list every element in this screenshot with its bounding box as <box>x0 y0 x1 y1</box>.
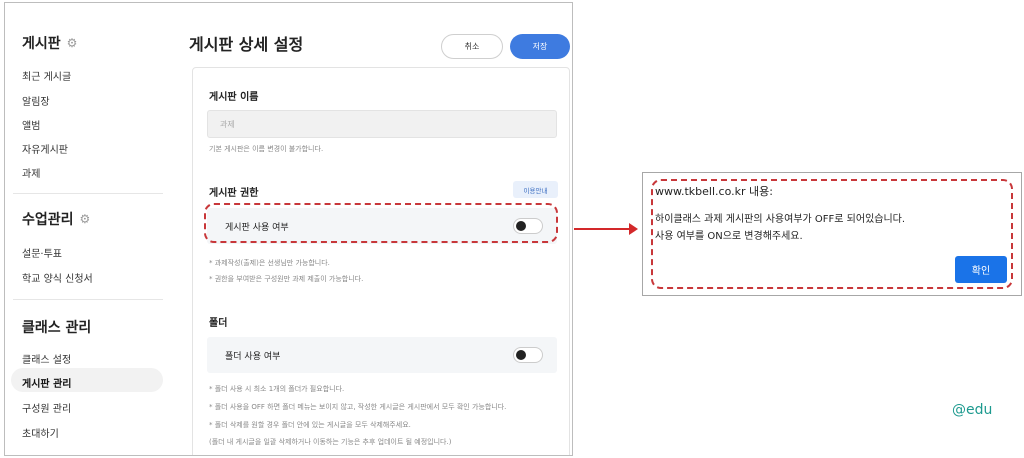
main-content: 게시판 상세 설정 취소 저장 게시판 이름 과제 기본 게시판은 이름 변경이… <box>170 3 572 455</box>
sidebar-item-assignment[interactable]: 과제 <box>22 165 40 180</box>
sidebar-section-board[interactable]: 게시판 ⚙ <box>22 33 79 53</box>
cancel-button[interactable]: 취소 <box>441 34 503 59</box>
sidebar-section-class-manage[interactable]: 수업관리 ⚙ <box>22 209 92 229</box>
folder-use-toggle[interactable] <box>513 347 543 363</box>
folder-use-row: 폴더 사용 여부 <box>207 337 557 373</box>
sidebar-section-label: 클래스 관리 <box>22 320 92 336</box>
board-name-help: 기본 게시판은 이름 변경이 불가합니다. <box>209 145 324 153</box>
sidebar-item-invite[interactable]: 초대하기 <box>22 425 59 440</box>
save-button[interactable]: 저장 <box>510 34 570 59</box>
toggle-knob <box>516 350 526 360</box>
sidebar-item-notice[interactable]: 알림장 <box>22 93 50 108</box>
page-title: 게시판 상세 설정 <box>189 35 304 54</box>
sidebar-section-class-admin: 클래스 관리 <box>22 317 91 337</box>
folder-label: 폴더 <box>209 318 228 329</box>
sidebar-item-survey[interactable]: 설문·투표 <box>22 245 62 260</box>
annotation-arrow-line <box>574 228 632 230</box>
board-name-input[interactable]: 과제 <box>207 110 557 138</box>
gear-icon[interactable]: ⚙ <box>80 213 92 225</box>
folder-help-3: * 폴더 삭제를 원할 경우 폴더 안에 있는 게시글을 모두 삭제해주세요. <box>209 421 411 429</box>
folder-help-4: (폴더 내 게시글을 일괄 삭제하거나 이동하는 기능은 추후 업데이트 될 예… <box>209 438 452 446</box>
sidebar-item-board-manage[interactable]: 게시판 관리 <box>22 375 71 390</box>
sidebar-divider <box>13 193 163 194</box>
guide-button[interactable]: 이용안내 <box>513 181 558 198</box>
folder-help-2: * 폴더 사용을 OFF 하면 폴더 메뉴는 보이지 않고, 작성한 게시글은 … <box>209 403 507 411</box>
app-window: 게시판 ⚙ 최근 게시글 알림장 앨범 자유게시판 과제 수업관리 ⚙ 설문·투… <box>4 2 573 456</box>
sidebar-item-school-form[interactable]: 학교 양식 신청서 <box>22 270 93 285</box>
sidebar-item-free-board[interactable]: 자유게시판 <box>22 141 68 156</box>
sidebar-item-album[interactable]: 앨범 <box>22 117 40 132</box>
watermark: @edu <box>952 402 993 418</box>
folder-use-label: 폴더 사용 여부 <box>225 352 281 362</box>
permission-help-1: * 과제작성(출제)은 선생님만 가능합니다. <box>209 259 330 267</box>
permission-help-2: * 권한을 부여받은 구성원만 과제 제출이 가능합니다. <box>209 275 364 283</box>
sidebar-divider <box>13 299 163 300</box>
alert-dialog: www.tkbell.co.kr 내용: 하이클래스 과제 게시판의 사용여부가… <box>642 172 1022 296</box>
folder-help-1: * 폴더 사용 시 최소 1개의 폴더가 필요합니다. <box>209 385 345 393</box>
settings-panel: 게시판 이름 과제 기본 게시판은 이름 변경이 불가합니다. 게시판 권한 이… <box>192 67 570 455</box>
arrow-right-icon <box>629 223 638 235</box>
sidebar-section-label: 게시판 <box>22 36 61 52</box>
gear-icon[interactable]: ⚙ <box>67 37 79 49</box>
board-name-label: 게시판 이름 <box>209 92 259 103</box>
sidebar-item-class-settings[interactable]: 클래스 설정 <box>22 351 71 366</box>
sidebar-section-label: 수업관리 <box>22 212 74 228</box>
sidebar-item-recent-posts[interactable]: 최근 게시글 <box>22 68 71 83</box>
annotation-highlight <box>651 179 1013 289</box>
permission-label: 게시판 권한 <box>209 188 259 199</box>
sidebar-item-member-manage[interactable]: 구성원 관리 <box>22 400 71 415</box>
sidebar: 게시판 ⚙ 최근 게시글 알림장 앨범 자유게시판 과제 수업관리 ⚙ 설문·투… <box>5 3 170 455</box>
annotation-highlight <box>204 203 558 243</box>
